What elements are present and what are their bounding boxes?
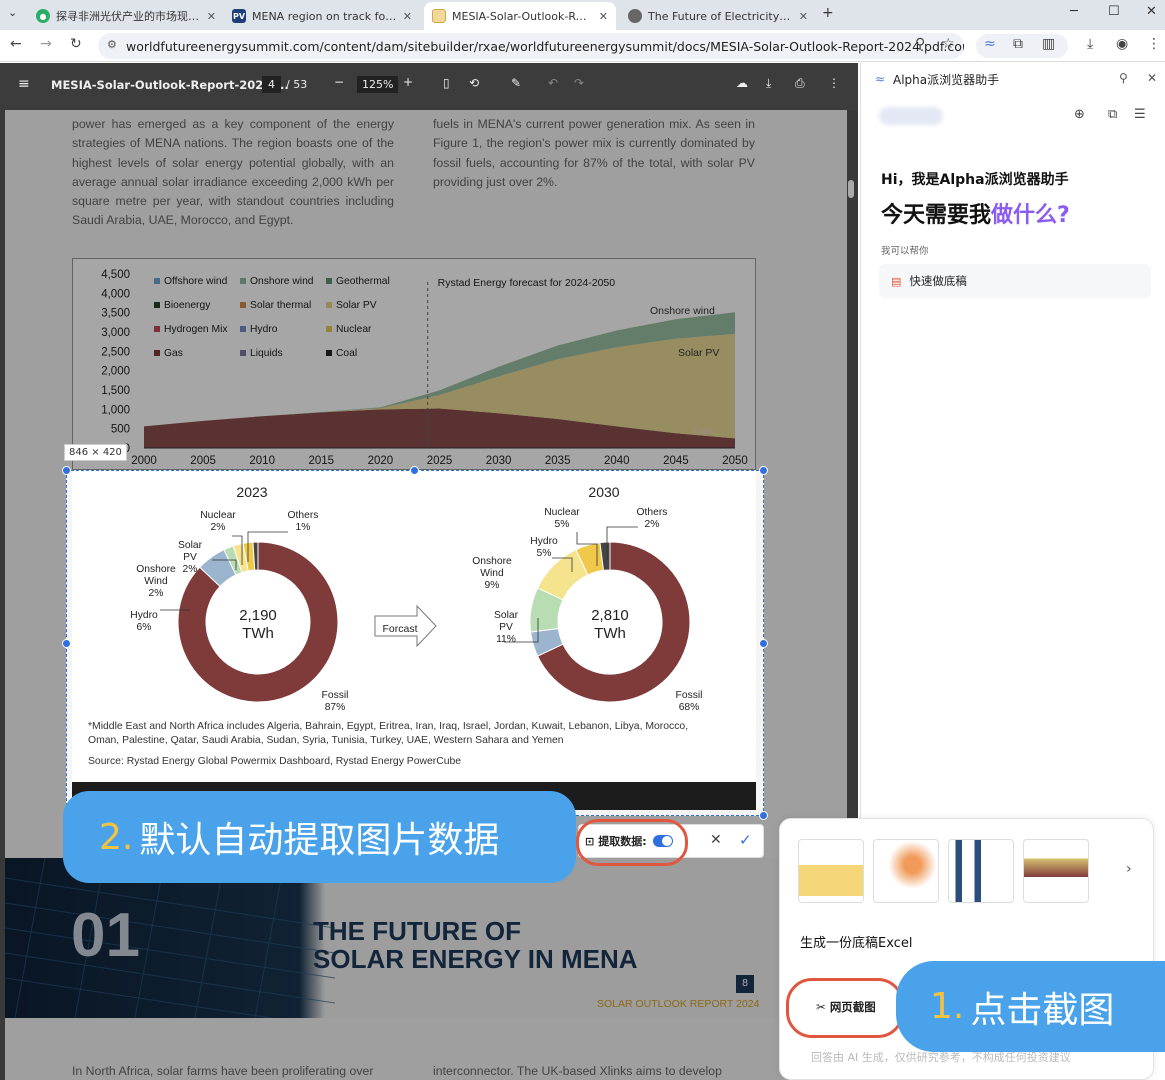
- globe-icon: [628, 9, 642, 23]
- thumbnail-4[interactable]: [1023, 839, 1089, 903]
- reload-icon[interactable]: ↻: [70, 36, 82, 52]
- side-panel-icon[interactable]: ▥: [1042, 36, 1055, 52]
- selection-handle-ml[interactable]: [62, 639, 71, 648]
- screenshot-dim-right: [764, 470, 858, 816]
- avatar[interactable]: [879, 107, 943, 125]
- panel-title: Alpha派浏览器助手: [893, 73, 1000, 87]
- rotate-icon[interactable]: ⟲: [469, 76, 479, 90]
- callout-step-1: 1. 点击截图: [896, 961, 1165, 1052]
- selection-handle-tc[interactable]: [410, 466, 419, 475]
- step2-text: 默认自动提取图片数据: [139, 820, 500, 861]
- zoom-in-icon[interactable]: +: [403, 75, 413, 89]
- draft-icon: ▤: [891, 274, 902, 288]
- site-info-icon[interactable]: ⚙: [107, 38, 117, 51]
- maximize-icon[interactable]: ☐: [1108, 4, 1120, 19]
- panel-close-icon[interactable]: ✕: [1147, 71, 1157, 85]
- hamburger-icon[interactable]: ≡: [18, 76, 30, 92]
- tab-4[interactable]: The Future of Electricity in th ✕: [620, 2, 816, 30]
- panel-settings-icon[interactable]: ☰: [1134, 107, 1146, 122]
- selection-handle-br[interactable]: [759, 811, 768, 820]
- step2-number: 2.: [99, 816, 134, 858]
- tab-title: 探寻非洲光伏产业的市场现状与: [56, 10, 201, 23]
- minimize-icon[interactable]: ─: [1070, 4, 1078, 19]
- new-chat-icon[interactable]: ⊕: [1074, 107, 1085, 122]
- selection-handle-mr[interactable]: [759, 639, 768, 648]
- doc-icon: [432, 9, 446, 23]
- suggestion-label: 快速做底稿: [909, 274, 967, 288]
- tab-bar: ⌄ ● 探寻非洲光伏产业的市场现状与 ✕ PV MENA region on t…: [0, 0, 1165, 30]
- bookmark-star-icon[interactable]: ☆: [942, 36, 955, 52]
- tab-3-active[interactable]: MESIA-Solar-Outlook-Report ✕: [424, 2, 616, 30]
- step1-number: 1.: [930, 986, 965, 1027]
- url-bar[interactable]: ⚙ worldfutureenergysummit.com/content/da…: [98, 33, 964, 59]
- pdf-more-icon[interactable]: ⋮: [828, 76, 840, 90]
- tab-1[interactable]: ● 探寻非洲光伏产业的市场现状与 ✕: [28, 2, 224, 30]
- tab-title: The Future of Electricity in th: [648, 9, 793, 23]
- forward-icon[interactable]: →: [40, 36, 52, 52]
- save-drive-icon[interactable]: ☁: [736, 76, 748, 90]
- can-help-label: 我可以帮你: [881, 246, 929, 257]
- question-heading: 今天需要我做什么?: [881, 197, 1070, 229]
- close-icon[interactable]: ✕: [599, 10, 608, 23]
- question-a: 今天需要我: [881, 203, 992, 228]
- pdf-toolbar: ≡ MESIA-Solar-Outlook-Report-2024.... 4 …: [0, 63, 858, 110]
- menu-kebab-icon[interactable]: ⋮: [1147, 36, 1161, 52]
- selection-handle-tl[interactable]: [62, 466, 71, 475]
- zoom-out-icon[interactable]: −: [334, 75, 344, 89]
- thumbnails-next-icon[interactable]: ›: [1126, 861, 1132, 877]
- close-icon[interactable]: ✕: [403, 10, 412, 23]
- thumbnail-1[interactable]: [798, 839, 864, 903]
- pin-icon[interactable]: ⚲: [1119, 71, 1128, 85]
- tab-2[interactable]: PV MENA region on track for 75 ✕: [224, 2, 420, 30]
- gen-excel-prompt[interactable]: 生成一份底稿Excel: [800, 932, 912, 951]
- alpha-extension-icon[interactable]: ≈: [984, 36, 996, 52]
- selection-size-label: 846 × 420: [64, 444, 127, 461]
- page-total: / 53: [286, 78, 308, 91]
- highlight-screenshot-button: [786, 978, 904, 1038]
- highlight-extract-toggle: [576, 819, 688, 866]
- print-icon[interactable]: ⎙: [795, 76, 805, 91]
- thumbnail-3[interactable]: [948, 839, 1014, 903]
- profile-icon[interactable]: ◉: [1116, 36, 1128, 52]
- suggestion-card[interactable]: ▤ 快速做底稿: [879, 264, 1151, 298]
- download-icon[interactable]: ⤓: [1087, 36, 1093, 52]
- scrollbar-thumb[interactable]: [848, 180, 854, 198]
- alpha-logo-icon: ≈: [875, 72, 886, 86]
- history-icon[interactable]: ⧉: [1108, 107, 1117, 122]
- selection-handle-tr[interactable]: [759, 466, 768, 475]
- annotate-icon[interactable]: ✎: [511, 76, 521, 90]
- tab-title: MESIA-Solar-Outlook-Report: [452, 9, 593, 23]
- undo-icon[interactable]: ↶: [548, 76, 558, 90]
- tab-title: MENA region on track for 75: [252, 9, 397, 23]
- pdf-download-icon[interactable]: ⤓: [766, 76, 771, 91]
- zoom-input[interactable]: 125%: [357, 76, 399, 93]
- thumbnail-2[interactable]: [873, 839, 939, 903]
- puzzle-icon[interactable]: ⧉: [1013, 36, 1023, 52]
- close-icon[interactable]: ✕: [799, 10, 808, 23]
- close-window-icon[interactable]: ✕: [1146, 4, 1157, 19]
- callout-step-2: 2. 默认自动提取图片数据: [63, 791, 576, 883]
- greeting: Hi，我是Alpha派浏览器助手: [881, 172, 1069, 188]
- new-tab-icon[interactable]: +: [822, 5, 834, 21]
- screenshot-dim-top: [0, 110, 858, 470]
- screenshot-dim-left: [0, 470, 66, 816]
- wechat-icon: ●: [36, 9, 50, 23]
- redo-icon[interactable]: ↷: [574, 76, 584, 90]
- close-icon[interactable]: ✕: [207, 10, 216, 23]
- url-text: worldfutureenergysummit.com/content/dam/…: [126, 38, 964, 54]
- confirm-screenshot-icon[interactable]: ✓: [739, 831, 752, 849]
- question-b: 做什么?: [991, 203, 1070, 228]
- pv-icon: PV: [232, 9, 246, 23]
- pdf-filename: MESIA-Solar-Outlook-Report-2024....: [51, 78, 289, 92]
- fit-page-icon[interactable]: ▯: [443, 76, 450, 90]
- screenshot-selection[interactable]: [66, 470, 764, 816]
- back-icon[interactable]: ←: [10, 36, 22, 52]
- zoom-icon[interactable]: ⚲: [915, 36, 925, 52]
- page-input[interactable]: 4: [262, 76, 281, 93]
- address-toolbar: ← → ↻ ⚙ worldfutureenergysummit.com/cont…: [0, 30, 1165, 62]
- step1-text: 点击截图: [970, 989, 1115, 1031]
- tab-list-chevron-icon[interactable]: ⌄: [8, 6, 17, 19]
- cancel-screenshot-icon[interactable]: ✕: [710, 832, 722, 848]
